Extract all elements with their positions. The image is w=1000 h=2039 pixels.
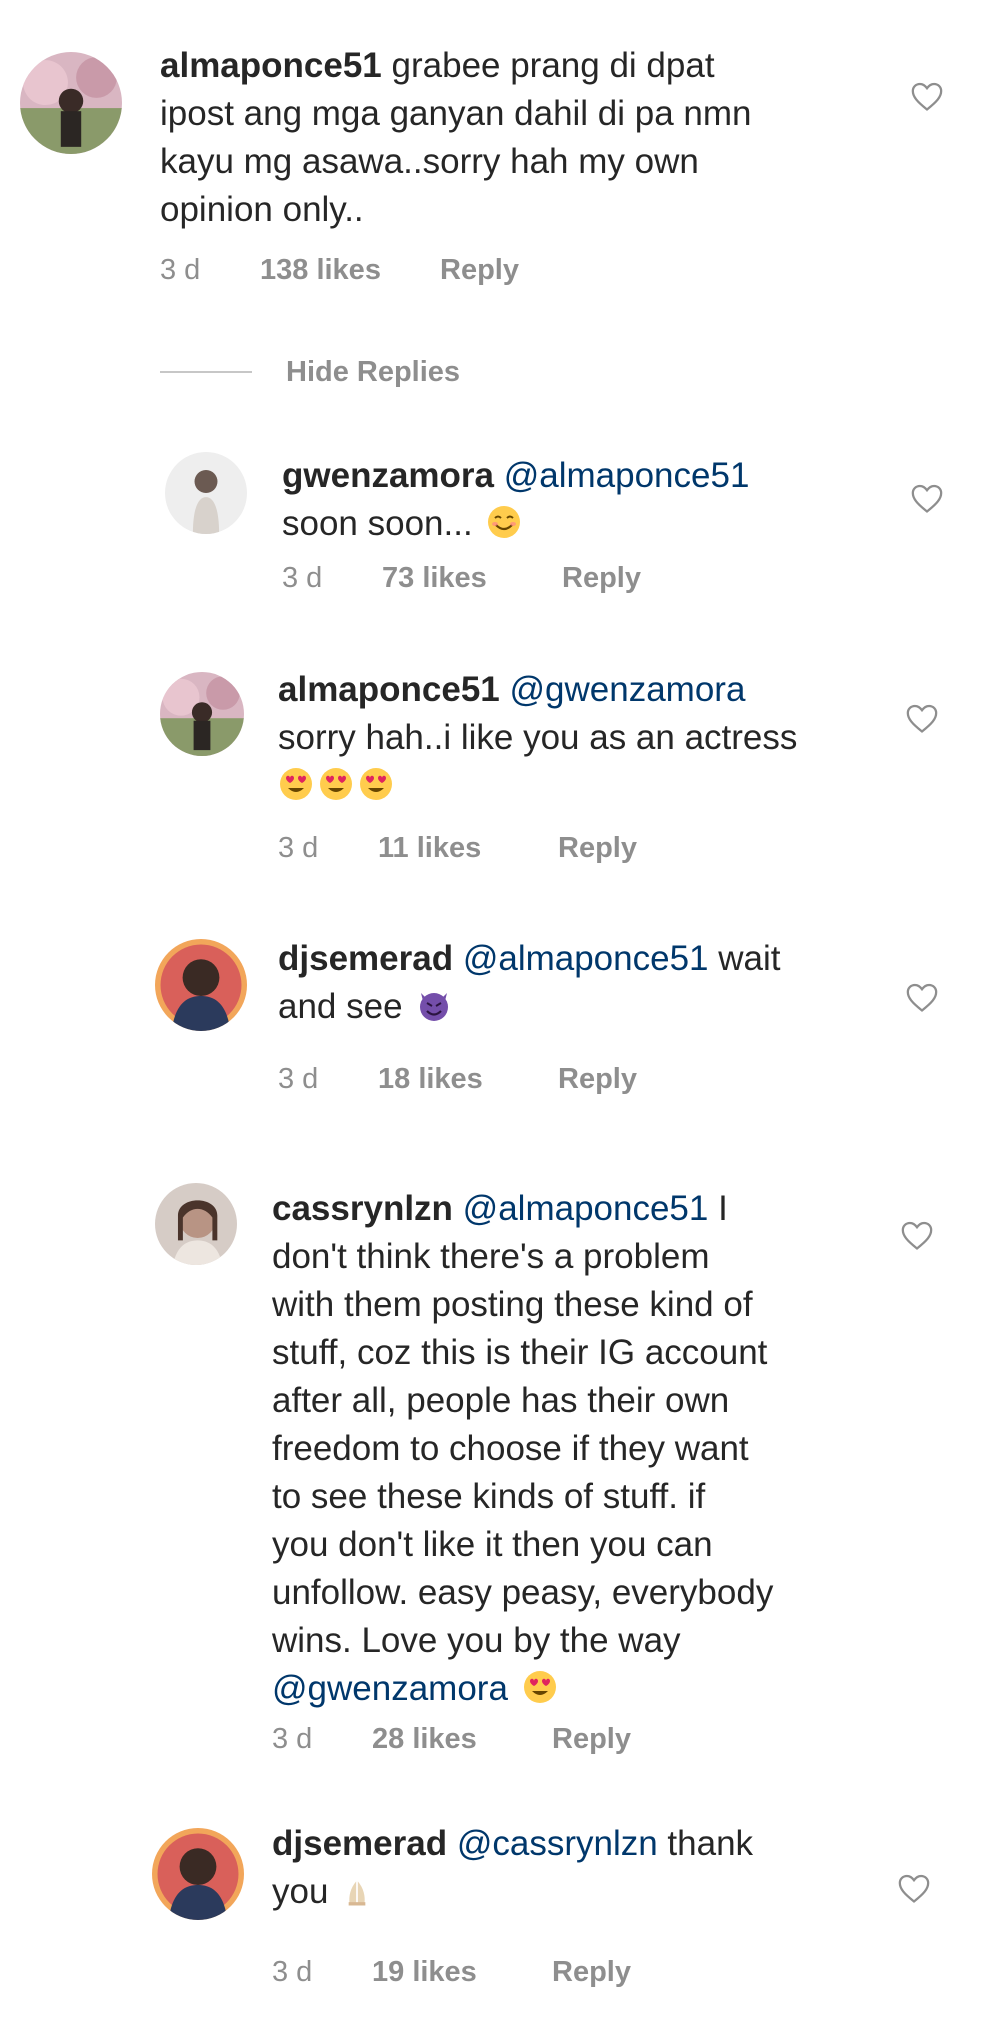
- comment-body-line: with them posting these kind of: [272, 1285, 753, 1324]
- comment-meta: 3 d 11 likes Reply: [278, 832, 637, 865]
- comment-text: almaponce51 grabee prang di dpat ipost a…: [160, 42, 860, 234]
- comment-username[interactable]: gwenzamora: [282, 456, 494, 495]
- comment-text: gwenzamora @almaponce51 soon soon...: [282, 452, 882, 548]
- comment-time: 3 d: [272, 1723, 313, 1755]
- comment-username[interactable]: almaponce51: [160, 46, 382, 85]
- reply-button[interactable]: Reply: [558, 1063, 637, 1096]
- comment-likes[interactable]: 73 likes: [382, 562, 562, 595]
- comment-meta: 3 d 18 likes Reply: [278, 1063, 637, 1096]
- heart-icon[interactable]: [900, 1219, 934, 1251]
- comment-body-line: freedom to choose if they want: [272, 1429, 749, 1468]
- reply-button[interactable]: Reply: [552, 1956, 631, 1989]
- comment-meta: 3 d 73 likes Reply: [282, 562, 641, 595]
- smiling-devil-emoji: [416, 987, 452, 1023]
- comment-text: cassrynlzn @almaponce51 I don't think th…: [272, 1185, 882, 1713]
- comment-likes[interactable]: 11 likes: [378, 832, 558, 865]
- comment-meta: 3 d 138 likes Reply: [160, 254, 519, 287]
- mention-link[interactable]: @almaponce51: [463, 1189, 709, 1228]
- avatar[interactable]: [165, 452, 247, 534]
- comment-body-line: sorry hah..i like you as an actress: [278, 718, 798, 757]
- comment-time: 3 d: [272, 1956, 313, 1988]
- hide-replies-label[interactable]: Hide Replies: [286, 356, 460, 389]
- comment-body-line: wins. Love you by the way: [272, 1621, 681, 1660]
- comment-likes[interactable]: 28 likes: [372, 1723, 552, 1756]
- comment-body-line: thank: [667, 1824, 754, 1863]
- comment-time: 3 d: [160, 254, 201, 286]
- comment-username[interactable]: cassrynlzn: [272, 1189, 453, 1228]
- mention-link[interactable]: @almaponce51: [504, 456, 750, 495]
- reply-button[interactable]: Reply: [562, 562, 641, 595]
- comment-text: almaponce51 @gwenzamora sorry hah..i lik…: [278, 666, 898, 810]
- comment-time: 3 d: [278, 832, 319, 864]
- heart-icon[interactable]: [910, 482, 944, 514]
- mention-link[interactable]: @almaponce51: [463, 939, 709, 978]
- comment-username[interactable]: djsemerad: [278, 939, 453, 978]
- mention-link[interactable]: @gwenzamora: [510, 670, 746, 709]
- comment-body-line: to see these kinds of stuff. if: [272, 1477, 706, 1516]
- heart-icon[interactable]: [905, 702, 939, 734]
- comment-username[interactable]: almaponce51: [278, 670, 500, 709]
- comment-time: 3 d: [278, 1063, 319, 1095]
- heart-eyes-emoji: [358, 766, 394, 802]
- reply-cassrynlzn: cassrynlzn @almaponce51 I don't think th…: [0, 1175, 1000, 1785]
- comment-body-line: you: [272, 1872, 329, 1911]
- comment-body-line: ipost ang mga ganyan dahil di pa nmn: [160, 94, 752, 133]
- heart-icon[interactable]: [897, 1872, 931, 1904]
- avatar[interactable]: [155, 939, 247, 1031]
- comment-body-line: opinion only..: [160, 190, 364, 229]
- comment-meta: 3 d 19 likes Reply: [272, 1956, 631, 1989]
- comment-meta: 3 d 28 likes Reply: [272, 1723, 631, 1756]
- heart-icon[interactable]: [905, 981, 939, 1013]
- mention-link[interactable]: @gwenzamora: [272, 1669, 508, 1708]
- reply-djsemerad: djsemerad @cassrynlzn thank you 3 d 19 li…: [0, 1820, 1000, 2030]
- reply-almaponce51: almaponce51 @gwenzamora sorry hah..i lik…: [0, 660, 1000, 900]
- reply-button[interactable]: Reply: [440, 254, 519, 287]
- comment-body-line: grabee prang di dpat: [391, 46, 715, 85]
- comment-body-line: after all, people has their own: [272, 1381, 730, 1420]
- hide-replies-toggle[interactable]: Hide Replies: [160, 352, 460, 392]
- comment-body-line: wait: [718, 939, 781, 978]
- comment-body-line: soon soon...: [282, 504, 473, 543]
- comment-almaponce51: almaponce51 grabee prang di dpat ipost a…: [0, 0, 1000, 330]
- avatar[interactable]: [160, 672, 244, 756]
- comment-body-line: unfollow. easy peasy, everybody: [272, 1573, 774, 1612]
- divider: [160, 371, 252, 373]
- comment-body-line: don't think there's a problem: [272, 1237, 710, 1276]
- comment-likes[interactable]: 138 likes: [260, 254, 440, 287]
- heart-icon[interactable]: [910, 80, 944, 112]
- comment-username[interactable]: djsemerad: [272, 1824, 447, 1863]
- heart-eyes-emoji: [318, 766, 354, 802]
- comment-time: 3 d: [282, 562, 323, 594]
- reply-djsemerad: djsemerad @almaponce51 wait and see 3 d 1…: [0, 935, 1000, 1135]
- comment-body-line: kayu mg asawa..sorry hah my own: [160, 142, 699, 181]
- reply-gwenzamora: gwenzamora @almaponce51 soon soon... 3 d…: [0, 430, 1000, 630]
- mention-link[interactable]: @cassrynlzn: [457, 1824, 658, 1863]
- comment-text: djsemerad @cassrynlzn thank you: [272, 1820, 872, 1916]
- comment-likes[interactable]: 19 likes: [372, 1956, 552, 1989]
- avatar[interactable]: [155, 1183, 237, 1265]
- smiling-face-emoji: [486, 504, 522, 540]
- avatar[interactable]: [152, 1828, 244, 1920]
- comment-body-line: and see: [278, 987, 403, 1026]
- reply-button[interactable]: Reply: [552, 1723, 631, 1756]
- reply-button[interactable]: Reply: [558, 832, 637, 865]
- comment-likes[interactable]: 18 likes: [378, 1063, 558, 1096]
- heart-eyes-emoji: [278, 766, 314, 802]
- comment-text: djsemerad @almaponce51 wait and see: [278, 935, 878, 1031]
- avatar[interactable]: [20, 52, 122, 154]
- comment-body-line: you don't like it then you can: [272, 1525, 713, 1564]
- folded-hands-emoji: [342, 1878, 372, 1908]
- comment-body-line: stuff, coz this is their IG account: [272, 1333, 768, 1372]
- comment-body-line: I: [718, 1189, 728, 1228]
- heart-eyes-emoji: [522, 1669, 558, 1705]
